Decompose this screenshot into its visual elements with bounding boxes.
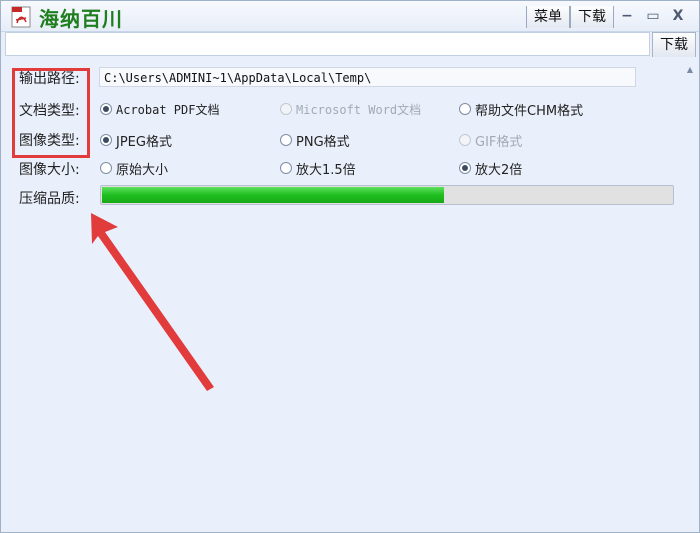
- annotation-arrow-icon: [91, 213, 214, 391]
- app-window: 海纳百川 菜单 下载 − ▭ X 下载 ▲ 输出路径: C:\Users\ADM…: [0, 0, 700, 533]
